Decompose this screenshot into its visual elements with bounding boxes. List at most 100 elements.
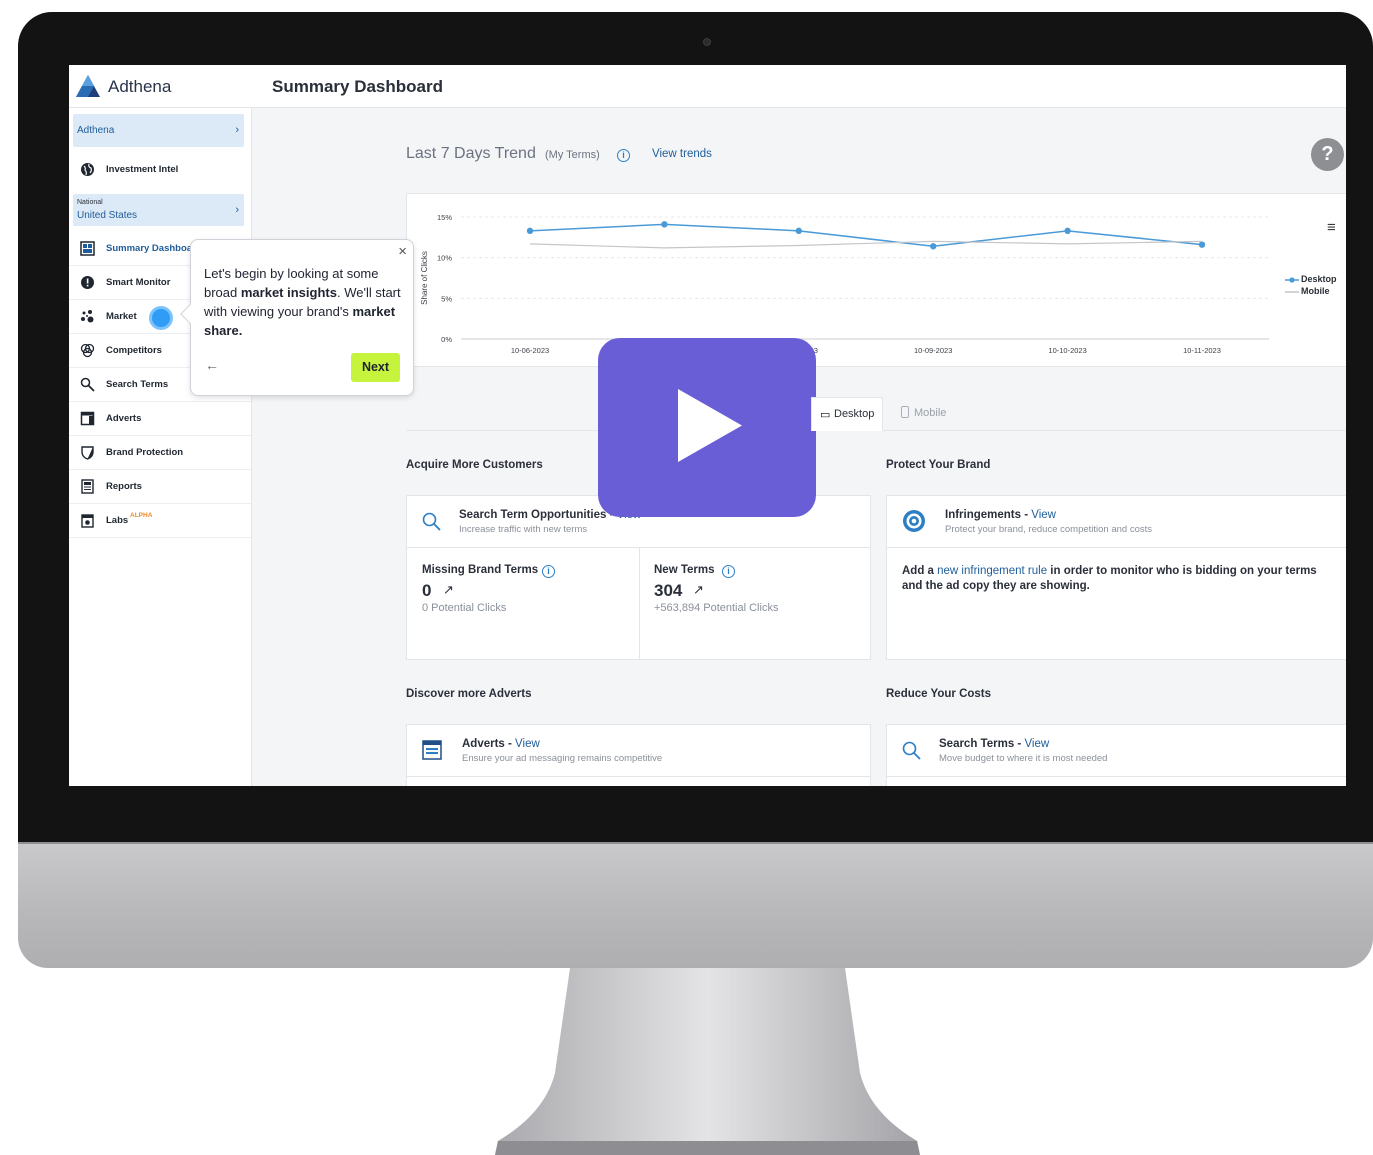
chart-menu-icon[interactable]: ≡	[1327, 219, 1336, 236]
info-icon[interactable]: i	[722, 565, 735, 578]
y-tick-label: 0%	[441, 335, 452, 344]
search-icon	[902, 741, 921, 760]
legend-item-mobile[interactable]: Mobile	[1285, 286, 1337, 298]
y-tick-label: 10%	[437, 254, 452, 263]
sidebar-item-label: Investment Intel	[106, 164, 179, 175]
card-subtitle: Move budget to where it is most needed	[939, 753, 1108, 764]
adthena-logo-icon	[76, 75, 100, 97]
tab-label: Desktop	[834, 408, 875, 420]
infringements-card: Infringements - View Protect your brand,…	[886, 495, 1346, 660]
bubbles-icon	[80, 309, 95, 324]
data-point-desktop	[930, 243, 937, 250]
video-play-button[interactable]	[598, 338, 816, 517]
card-subtitle: Ensure your ad messaging remains competi…	[462, 753, 663, 764]
search-terms-card: Search Terms - View Move budget to where…	[886, 724, 1346, 786]
x-tick-label: 10-09-2023	[914, 346, 952, 355]
info-icon[interactable]: i	[542, 565, 555, 578]
sidebar-item-label: Market	[106, 311, 137, 322]
region-scope: National	[77, 199, 103, 206]
chevron-right-icon: ›	[235, 124, 239, 136]
search-icon	[80, 377, 95, 392]
card-divider	[639, 548, 640, 660]
view-trends-link[interactable]: View trends	[652, 148, 712, 160]
account-label: Adthena	[77, 125, 115, 136]
external-link-icon[interactable]: ↗	[443, 582, 454, 598]
play-icon	[678, 389, 742, 462]
card-subtitle: Protect your brand, reduce competition a…	[945, 524, 1153, 535]
camera-dot	[703, 38, 711, 46]
next-button[interactable]: Next	[351, 353, 400, 382]
section-title-discover: Discover more Adverts	[406, 688, 532, 700]
x-tick-label: 10-06-2023	[511, 346, 549, 355]
shield-icon	[80, 445, 95, 460]
tab-desktop[interactable]: ▭ Desktop	[811, 397, 883, 431]
chart-legend: Desktop Mobile	[1285, 274, 1337, 298]
sidebar-item-label: Reports	[106, 481, 142, 492]
new-terms-note: +563,894 Potential Clicks	[654, 602, 779, 614]
tour-beacon[interactable]	[149, 306, 173, 330]
data-point-desktop	[661, 221, 668, 228]
monitor-icon: ▭	[820, 409, 831, 421]
new-terms-label: New Terms	[654, 564, 715, 576]
account-selector[interactable]: Adthena ›	[73, 114, 244, 147]
region-selector[interactable]: National United States ›	[73, 194, 244, 226]
monitor-stand	[495, 968, 920, 1155]
data-point-desktop	[1064, 227, 1071, 235]
close-icon[interactable]: ×	[398, 243, 407, 260]
card-title: Adverts - View	[462, 738, 540, 750]
y-axis-label: Share of Clicks	[420, 251, 429, 305]
phone-icon	[901, 406, 909, 418]
missing-brand-terms-note: 0 Potential Clicks	[422, 602, 507, 614]
section-title-reduce: Reduce Your Costs	[886, 688, 992, 700]
view-link[interactable]: View	[515, 738, 540, 750]
legend-item-desktop[interactable]: Desktop	[1285, 274, 1337, 286]
series-line-mobile	[529, 240, 1203, 249]
sidebar-item-labs[interactable]: Labs ALPHA	[69, 504, 251, 538]
info-icon[interactable]: i	[617, 149, 630, 162]
section-title-protect: Protect Your Brand	[886, 459, 991, 471]
sidebar-item-label: Smart Monitor	[106, 277, 171, 288]
data-point-desktop	[526, 227, 534, 235]
card-title: Infringements - View	[945, 509, 1056, 521]
data-point-desktop	[1198, 241, 1206, 248]
x-tick-label: 10-10-2023	[1048, 346, 1086, 355]
sidebar: Adthena › Investment Intel National Unit…	[69, 108, 252, 786]
y-tick-label: 5%	[441, 294, 452, 303]
card-header: Adverts - View Ensure your ad messaging …	[407, 725, 870, 777]
alpha-badge: ALPHA	[130, 512, 153, 519]
sidebar-item-reports[interactable]: Reports	[69, 470, 251, 504]
card-header: Infringements - View Protect your brand,…	[887, 496, 1346, 548]
target-icon	[903, 510, 925, 532]
new-infringement-rule-link[interactable]: new infringement rule	[937, 565, 1047, 577]
new-terms-value[interactable]: 304	[654, 581, 682, 601]
alert-icon	[80, 275, 95, 290]
tab-mobile[interactable]: Mobile	[895, 397, 955, 431]
grid-icon	[80, 241, 95, 256]
region-label: United States	[77, 210, 138, 221]
onboarding-tooltip: × Let's begin by looking at some broad m…	[180, 239, 414, 396]
missing-brand-terms-value[interactable]: 0	[422, 581, 431, 601]
trend-chart-card: 15%10%5%0%Share of Clicks10-06-202310-07…	[406, 193, 1346, 367]
tab-label: Mobile	[914, 407, 947, 419]
monitor-chin	[18, 842, 1373, 968]
sidebar-item-label: Search Terms	[106, 379, 169, 390]
view-link[interactable]: View	[1024, 738, 1049, 750]
advert-icon	[80, 411, 95, 426]
sidebar-item-adverts[interactable]: Adverts	[69, 402, 251, 436]
trend-subtitle: (My Terms)	[545, 149, 600, 161]
infringements-body: Add a new infringement rule in order to …	[902, 565, 1317, 592]
page-title: Summary Dashboard	[272, 77, 443, 96]
sidebar-item-brand-protection[interactable]: Brand Protection	[69, 436, 251, 470]
view-link[interactable]: View	[1031, 509, 1056, 521]
sidebar-item-label: Summary Dashboard	[106, 243, 202, 254]
help-button[interactable]: ?	[1311, 138, 1344, 171]
search-icon	[422, 512, 441, 531]
adverts-card: Adverts - View Ensure your ad messaging …	[406, 724, 871, 786]
sidebar-item-investment-intel[interactable]: Investment Intel	[69, 153, 251, 191]
trend-title: Last 7 Days Trend	[406, 145, 536, 162]
sidebar-item-label: Brand Protection	[106, 447, 184, 458]
card-title: Search Terms - View	[939, 738, 1050, 750]
back-arrow-icon[interactable]: ←	[205, 357, 219, 373]
external-link-icon[interactable]: ↗	[693, 582, 704, 598]
monitor-scene: Adthena Summary Dashboard Adthena › Inve…	[0, 0, 1373, 1155]
